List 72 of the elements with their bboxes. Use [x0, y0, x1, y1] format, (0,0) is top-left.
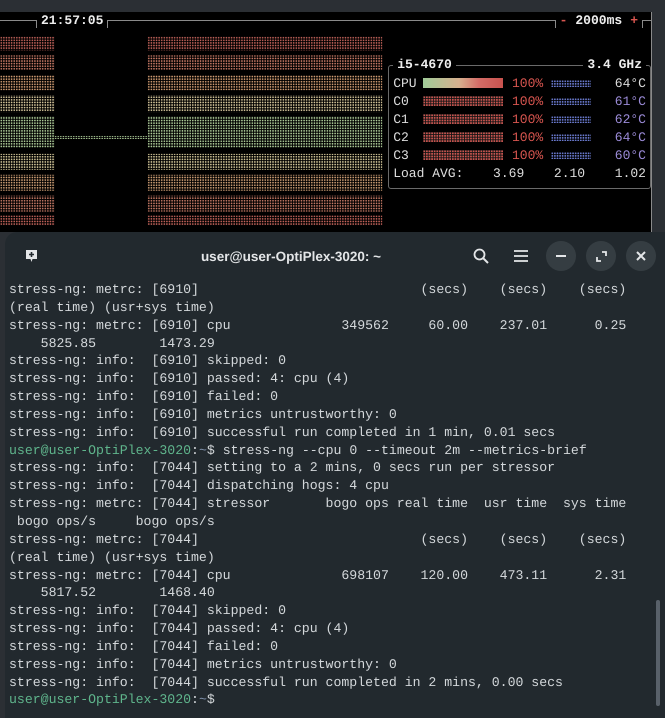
- cpu-label: C0: [393, 94, 410, 108]
- cpu-label: C3: [393, 148, 410, 162]
- terminal-prompt-line: user@user-OptiPlex-3020:~$: [9, 691, 215, 710]
- terminal-output-line: stress-ng: info: [6910] successful run completed in 1 min, 0.01 secs: [9, 424, 556, 442]
- temperature-graph: [551, 134, 592, 140]
- terminal-output-line: (real time) (usr+sys time): [9, 548, 215, 566]
- cpu-percent: 100%: [510, 94, 544, 108]
- temperature-text: 61°C: [614, 94, 646, 108]
- graph-dot-band: [0, 36, 55, 50]
- graph-dot-band: [0, 196, 55, 212]
- terminal-output-line: bogo ops/s bogo ops/s: [16, 512, 215, 531]
- load-average-value: 2.10: [552, 166, 586, 180]
- graph-dot-band: [0, 174, 55, 191]
- load-average-label: Load AVG:: [393, 166, 464, 180]
- terminal-output-line: stress-ng: metrc: [7044] stressor bogo ops real time usr time sys time: [9, 495, 626, 513]
- cpu-label: C2: [393, 130, 410, 144]
- graph-dot-band: [0, 55, 55, 70]
- load-average-value: 3.69: [492, 166, 524, 180]
- search-icon: [473, 248, 489, 264]
- terminal-output-line: stress-ng: info: [7044] successful run completed in 2 mins, 0.00 secs: [9, 674, 563, 692]
- maximize-icon: [596, 250, 606, 262]
- graph-dot-band: [0, 75, 55, 90]
- graph-dot-band: [0, 216, 55, 226]
- terminal-output-line: stress-ng: info: [6910] passed: 4: cpu (4): [9, 370, 350, 388]
- terminal-output-line: stress-ng: metrc: [6910] (secs) (secs) (secs): [9, 281, 626, 299]
- close-button[interactable]: [626, 241, 656, 271]
- terminal-output-line: stress-ng: info: [7044] setting to a 2 mins, 0 secs run per stressor: [9, 459, 556, 478]
- terminal-output-line: stress-ng: metrc: [6910] cpu 349562 60.00 237.01 0.25: [9, 316, 626, 335]
- graph-dot-band: [0, 95, 55, 112]
- temperature-text: 64°C: [614, 130, 646, 144]
- cpu-label: CPU: [393, 76, 418, 90]
- clock-text: 21:57:05: [40, 12, 104, 28]
- window-title: user@user-OptiPlex-3020: ~: [200, 248, 382, 264]
- decrease-interval-button[interactable]: -: [556, 12, 572, 28]
- minimize-button[interactable]: [546, 241, 576, 271]
- new-tab-icon: [24, 249, 38, 263]
- terminal-output-line: 5817.52 1468.40: [40, 584, 215, 602]
- terminal-output-line: stress-ng: info: [7044] skipped: 0: [9, 602, 286, 620]
- temperature-graph: [551, 152, 592, 158]
- terminal-output-line: stress-ng: info: [7044] metrics untrustworthy: 0: [9, 656, 397, 674]
- temperature-graph: [551, 80, 592, 86]
- cpu-percent: 100%: [510, 112, 544, 126]
- cpu-percent: 100%: [510, 148, 544, 162]
- temperature-text: 64°C: [614, 76, 646, 90]
- terminal-output-line: stress-ng: info: [7044] passed: 4: cpu (4): [9, 620, 350, 638]
- graph-dot-band: [0, 154, 55, 170]
- update-interval-text: 2000ms: [574, 12, 624, 28]
- temperature-text: 60°C: [614, 148, 646, 162]
- terminal-output-line: stress-ng: info: [6910] failed: 0: [9, 388, 278, 406]
- graph-dot-band: [0, 116, 55, 148]
- menu-icon: [514, 250, 528, 262]
- load-average-value: 1.02: [614, 166, 646, 180]
- terminal-output-line: (real time) (usr+sys time): [9, 298, 215, 317]
- terminal-prompt-line: user@user-OptiPlex-3020:~$ stress-ng --cpu 0 --timeout 2m --metrics-brief: [9, 442, 587, 460]
- terminal-output-line: stress-ng: info: [6910] skipped: 0: [9, 352, 286, 370]
- terminal-output-line: stress-ng: metrc: [7044] cpu 698107 120.00 473.11 2.31: [9, 566, 626, 584]
- cpu-percent: 100%: [510, 76, 544, 90]
- terminal-output-line: stress-ng: info: [6910] metrics untrustworthy: 0: [9, 406, 397, 424]
- cpu-percent: 100%: [510, 130, 544, 144]
- terminal-output-line: 5825.85 1473.29: [40, 334, 215, 352]
- close-icon: [636, 251, 646, 261]
- terminal-output-line: stress-ng: metrc: [7044] (secs) (secs) (secs): [9, 530, 626, 549]
- scrollbar[interactable]: [656, 600, 660, 706]
- minimize-icon: [556, 255, 566, 257]
- temperature-graph: [551, 116, 592, 122]
- terminal-output-line: stress-ng: info: [7044] dispatching hogs: 4 cpu: [9, 477, 389, 496]
- maximize-button[interactable]: [586, 241, 616, 271]
- increase-interval-button[interactable]: +: [626, 12, 642, 28]
- temperature-text: 62°C: [614, 112, 646, 126]
- cpu-label: C1: [393, 112, 410, 126]
- terminal-output-line: stress-ng: info: [7044] failed: 0: [9, 638, 278, 656]
- temperature-graph: [551, 98, 592, 104]
